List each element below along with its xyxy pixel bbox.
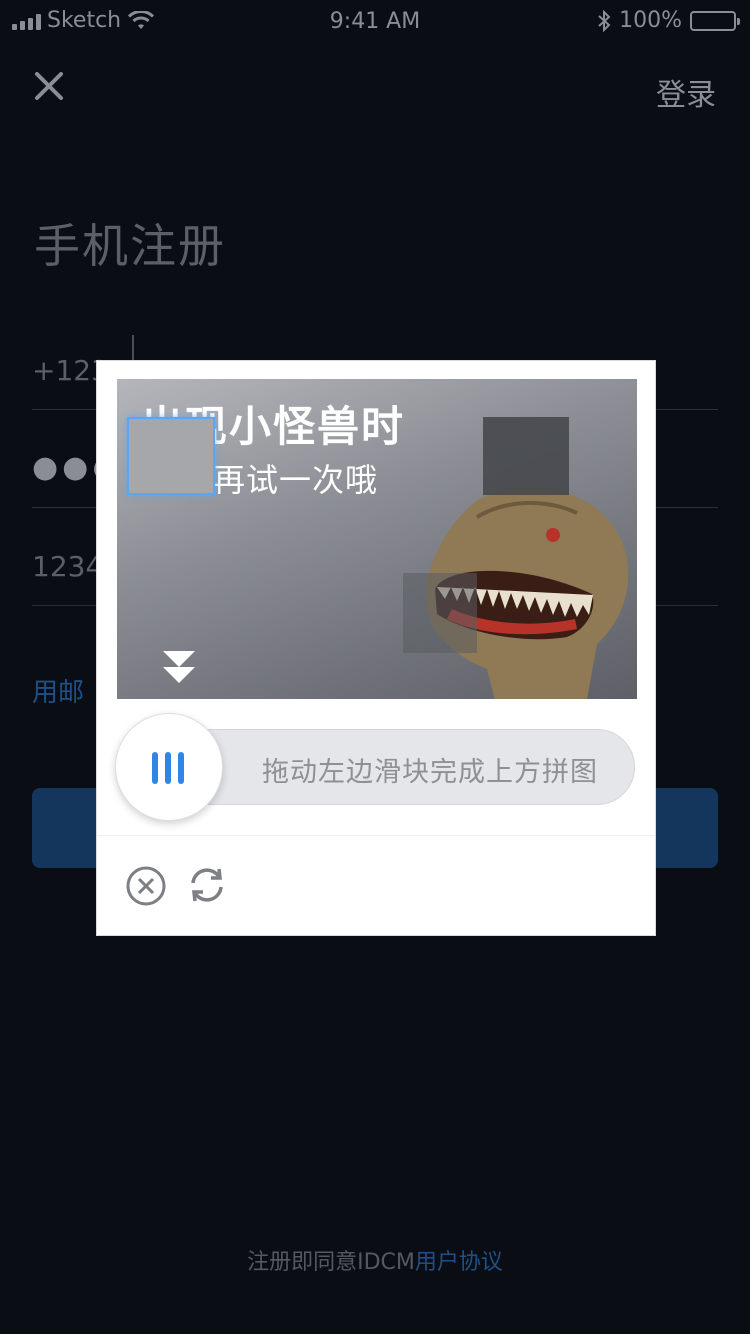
battery-percent: 100% <box>619 8 682 33</box>
arrow-down-icon-secondary <box>163 667 195 683</box>
login-button[interactable]: 登录 <box>656 70 716 114</box>
refresh-icon[interactable] <box>185 863 229 907</box>
footer-agreement: 注册即同意IDCM用户协议 <box>0 1244 750 1276</box>
email-register-link[interactable]: 用邮 <box>32 672 84 709</box>
footer-prefix: 注册即同意IDCM <box>247 1250 415 1275</box>
puzzle-target-slot <box>483 417 569 495</box>
arrow-down-icon <box>163 651 195 667</box>
bluetooth-icon <box>598 9 611 32</box>
puzzle-decoy-slot <box>403 573 477 653</box>
user-agreement-link[interactable]: 用户协议 <box>415 1250 503 1275</box>
slider-handle[interactable] <box>115 713 223 821</box>
captcha-puzzle-image: 出现小怪兽时 再试一次哦 <box>117 379 637 699</box>
page-title: 手机注册 <box>34 219 226 273</box>
grip-icon <box>152 752 184 784</box>
slider-captcha-dialog: 出现小怪兽时 再试一次哦 拖动左边滑块完成上方拼图 <box>96 360 656 936</box>
slider-hint-text: 拖动左边滑块完成上方拼图 <box>262 757 598 788</box>
status-right: 100% <box>597 8 740 33</box>
code-value: 1234 <box>32 550 104 583</box>
puzzle-piece[interactable] <box>127 417 215 495</box>
close-icon[interactable] <box>28 66 68 106</box>
status-bar: Sketch 9:41 AM 100% <box>0 0 750 44</box>
close-circle-icon[interactable] <box>125 865 167 907</box>
battery-icon <box>690 10 740 31</box>
captcha-divider <box>97 835 655 836</box>
puzzle-image-text-line2: 再试一次哦 <box>213 461 379 499</box>
